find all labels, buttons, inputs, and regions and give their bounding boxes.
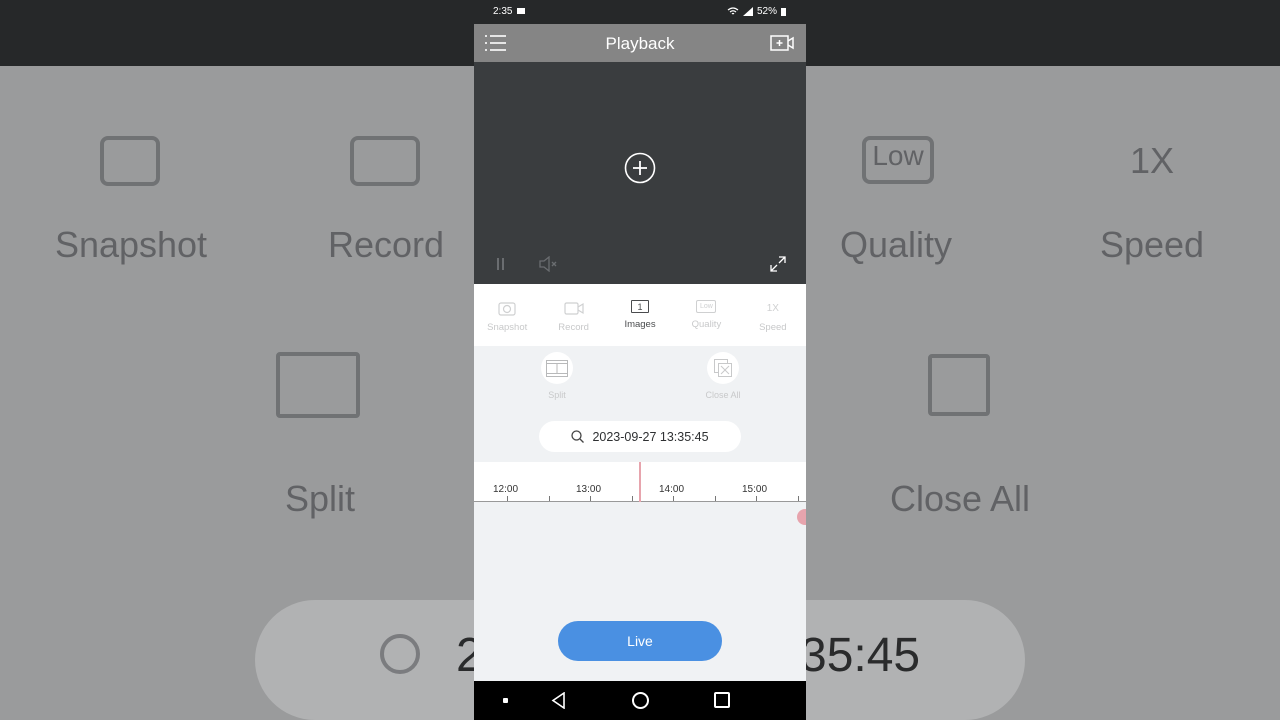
timeline-cursor (639, 462, 641, 502)
split-circle (541, 352, 573, 384)
background-video-icon (350, 136, 420, 186)
quality-label: Quality (691, 319, 722, 330)
background-search-text-right: 35:45 (800, 629, 921, 682)
search-datetime: 2023-09-27 13:35:45 (592, 429, 709, 444)
record-button[interactable]: Record (540, 284, 606, 346)
tick-label: 14:00 (659, 484, 685, 495)
split-label: Split (548, 390, 566, 400)
close-all-icon (714, 359, 732, 377)
search-icon (571, 430, 585, 443)
home-icon[interactable] (632, 692, 649, 709)
speed-label: Speed (759, 322, 787, 333)
screen-record-icon (517, 8, 525, 14)
video-player[interactable] (474, 62, 806, 284)
image-count-value: 1 (637, 301, 643, 312)
wifi-icon (727, 6, 739, 14)
mute-icon[interactable] (539, 256, 559, 272)
quality-value: Low (700, 303, 713, 310)
background-search-icon (380, 634, 420, 674)
close-all-label: Close All (705, 390, 741, 400)
add-device-icon[interactable] (624, 152, 656, 184)
images-label: Images (624, 319, 656, 330)
pause-icon[interactable] (496, 258, 506, 270)
recents-icon[interactable] (714, 692, 730, 708)
snapshot-label: Snapshot (487, 322, 528, 333)
quality-button[interactable]: Low Quality (673, 284, 739, 346)
battery-icon (781, 7, 786, 16)
app-header: Playback (474, 24, 806, 62)
close-all-circle (707, 352, 739, 384)
live-button[interactable]: Live (558, 621, 722, 661)
date-search-button[interactable]: 2023-09-27 13:35:45 (539, 421, 741, 452)
speed-value: 1X (766, 302, 779, 314)
background-quality-icon-text: Low (872, 140, 924, 171)
background-label-quality: Quality (839, 224, 953, 265)
film-split-icon (546, 359, 568, 377)
background-label-speed: Speed (1099, 224, 1205, 265)
android-nav-bar (474, 681, 806, 720)
background-label-record: Record (327, 224, 445, 265)
battery-percent: 52% (756, 6, 777, 17)
quality-icon: Low (696, 300, 717, 313)
background-speed-icon-text: 1X (1129, 140, 1175, 181)
tick-label: 13:00 (576, 484, 602, 495)
add-window-icon[interactable] (770, 33, 794, 53)
background-close-all-icon (928, 354, 990, 416)
camera-icon (498, 302, 516, 316)
timeline-drag-handle[interactable] (797, 509, 806, 525)
speed-button[interactable]: 1X Speed (740, 284, 806, 346)
signal-icon (742, 7, 753, 16)
record-label: Record (558, 322, 589, 333)
image-count-icon: 1 (631, 300, 650, 313)
split-button[interactable]: Split (527, 352, 587, 400)
status-time: 2:35 (493, 6, 513, 17)
tick-label: 15:00 (742, 484, 768, 495)
page-title: Playback (605, 34, 675, 53)
background-film-icon (276, 352, 360, 418)
phone-screen: 2:35 52% Playback Snapshot Record 1 Imag… (474, 0, 806, 720)
nav-dot-icon (503, 698, 508, 703)
timeline[interactable]: 12:00 13:00 14:00 15:00 (474, 462, 806, 502)
snapshot-button[interactable]: Snapshot (474, 284, 540, 346)
tick-label: 12:00 (493, 484, 519, 495)
close-all-button[interactable]: Close All (693, 352, 753, 400)
images-button[interactable]: 1 Images (607, 284, 673, 346)
background-label-split: Split (284, 478, 356, 519)
status-indicators: 52% (727, 6, 786, 17)
fullscreen-icon[interactable] (770, 256, 786, 272)
background-camera-icon (100, 136, 160, 186)
status-bar: 2:35 52% (474, 0, 806, 24)
playback-toolbar: Snapshot Record 1 Images Low Quality 1X (474, 284, 806, 346)
subtools-row: Split Close All (474, 346, 806, 408)
background-label-close-all: Close All (889, 478, 1031, 519)
back-icon[interactable] (551, 692, 566, 709)
background-label-snapshot: Snapshot (54, 224, 208, 265)
video-camera-icon (564, 302, 584, 315)
speed-icon: 1X (763, 300, 783, 316)
